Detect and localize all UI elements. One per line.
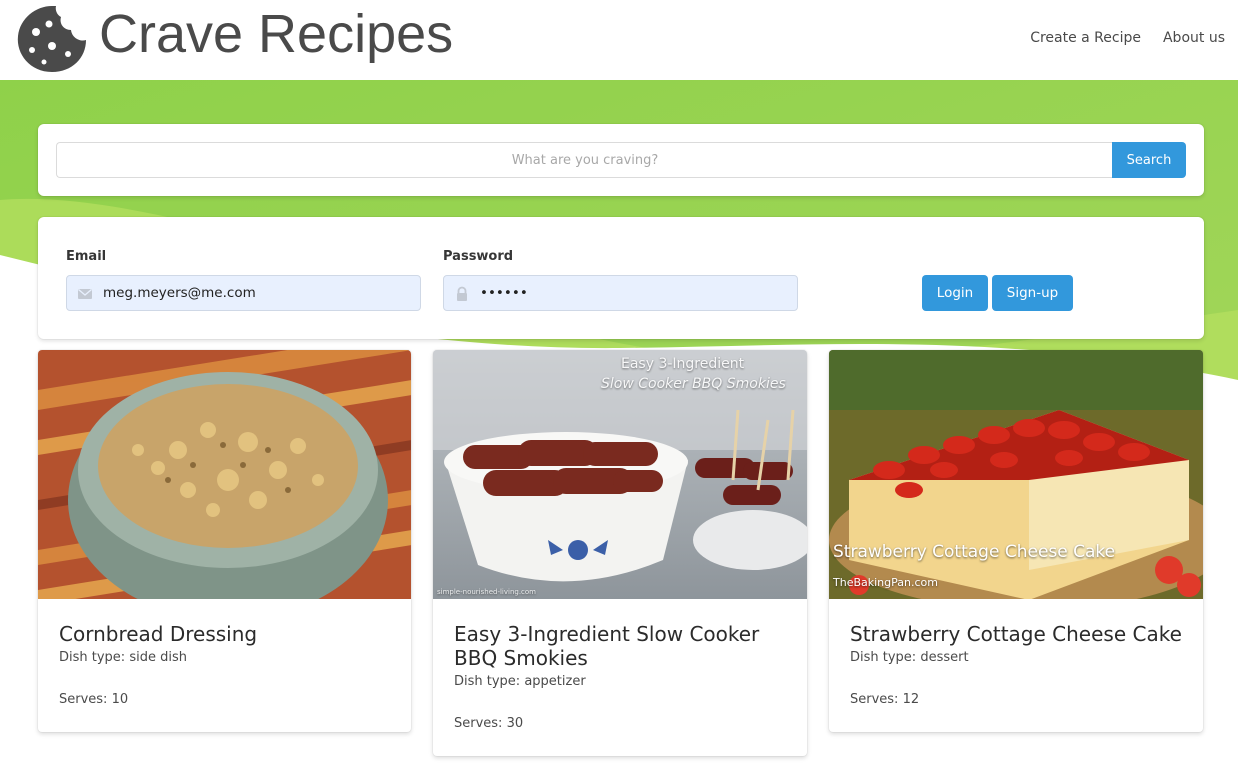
password-field[interactable]: •••••• bbox=[443, 275, 798, 311]
image-caption: Strawberry Cottage Cheese Cake bbox=[833, 542, 1116, 562]
email-value: meg.meyers@me.com bbox=[103, 285, 256, 301]
envelope-icon bbox=[78, 288, 92, 299]
site-header: Crave Recipes Create a Recipe About us bbox=[0, 0, 1238, 80]
recipe-card[interactable]: Strawberry Cottage Cheese Cake TheBaking… bbox=[829, 350, 1203, 732]
email-label: Email bbox=[66, 249, 107, 264]
image-credit: simple-nourished-living.com bbox=[437, 588, 537, 596]
recipe-card[interactable]: Easy 3-Ingredient Slow Cooker BBQ Smokie… bbox=[433, 350, 807, 756]
search-panel: Search bbox=[38, 124, 1204, 196]
top-nav: Create a Recipe About us bbox=[1030, 28, 1225, 48]
nav-about-us[interactable]: About us bbox=[1163, 28, 1225, 48]
image-credit: TheBakingPan.com bbox=[833, 576, 938, 589]
recipe-dish-type: Dish type: side dish bbox=[59, 650, 187, 665]
recipe-title[interactable]: Cornbread Dressing bbox=[59, 622, 399, 646]
recipe-title[interactable]: Strawberry Cottage Cheese Cake bbox=[850, 622, 1190, 646]
bbq-smokies-photo[interactable]: Easy 3-Ingredient Slow Cooker BBQ Smokie… bbox=[433, 350, 807, 599]
nav-create-recipe[interactable]: Create a Recipe bbox=[1030, 28, 1141, 48]
login-button[interactable]: Login bbox=[922, 275, 988, 311]
lock-icon bbox=[457, 286, 467, 301]
recipe-title[interactable]: Easy 3-Ingredient Slow Cooker BBQ Smokie… bbox=[454, 622, 794, 670]
recipe-serves: Serves: 10 bbox=[59, 692, 129, 707]
recipe-card[interactable]: Cornbread Dressing Dish type: side dish … bbox=[38, 350, 411, 732]
recipe-serves: Serves: 12 bbox=[850, 692, 920, 707]
image-caption-line1: Easy 3-Ingredient bbox=[621, 356, 745, 372]
recipe-serves: Serves: 30 bbox=[454, 716, 524, 731]
recipe-dish-type: Dish type: appetizer bbox=[454, 674, 586, 689]
page: Crave Recipes Create a Recipe About us S… bbox=[0, 0, 1238, 767]
search-button[interactable]: Search bbox=[1112, 142, 1186, 178]
signup-button[interactable]: Sign-up bbox=[992, 275, 1073, 311]
search-input[interactable] bbox=[56, 142, 1113, 178]
image-caption-line2: Slow Cooker BBQ Smokies bbox=[601, 376, 786, 392]
recipe-dish-type: Dish type: dessert bbox=[850, 650, 969, 665]
strawberry-cheesecake-photo[interactable]: Strawberry Cottage Cheese Cake TheBaking… bbox=[829, 350, 1203, 599]
email-field[interactable]: meg.meyers@me.com bbox=[66, 275, 421, 311]
login-panel: Email meg.meyers@me.com Password •••••• … bbox=[38, 217, 1204, 339]
cornbread-dressing-photo[interactable] bbox=[38, 350, 411, 599]
brand-title[interactable]: Crave Recipes bbox=[99, 2, 453, 66]
password-value: •••••• bbox=[480, 285, 528, 301]
cookie-icon[interactable] bbox=[14, 2, 90, 74]
password-label: Password bbox=[443, 249, 514, 264]
